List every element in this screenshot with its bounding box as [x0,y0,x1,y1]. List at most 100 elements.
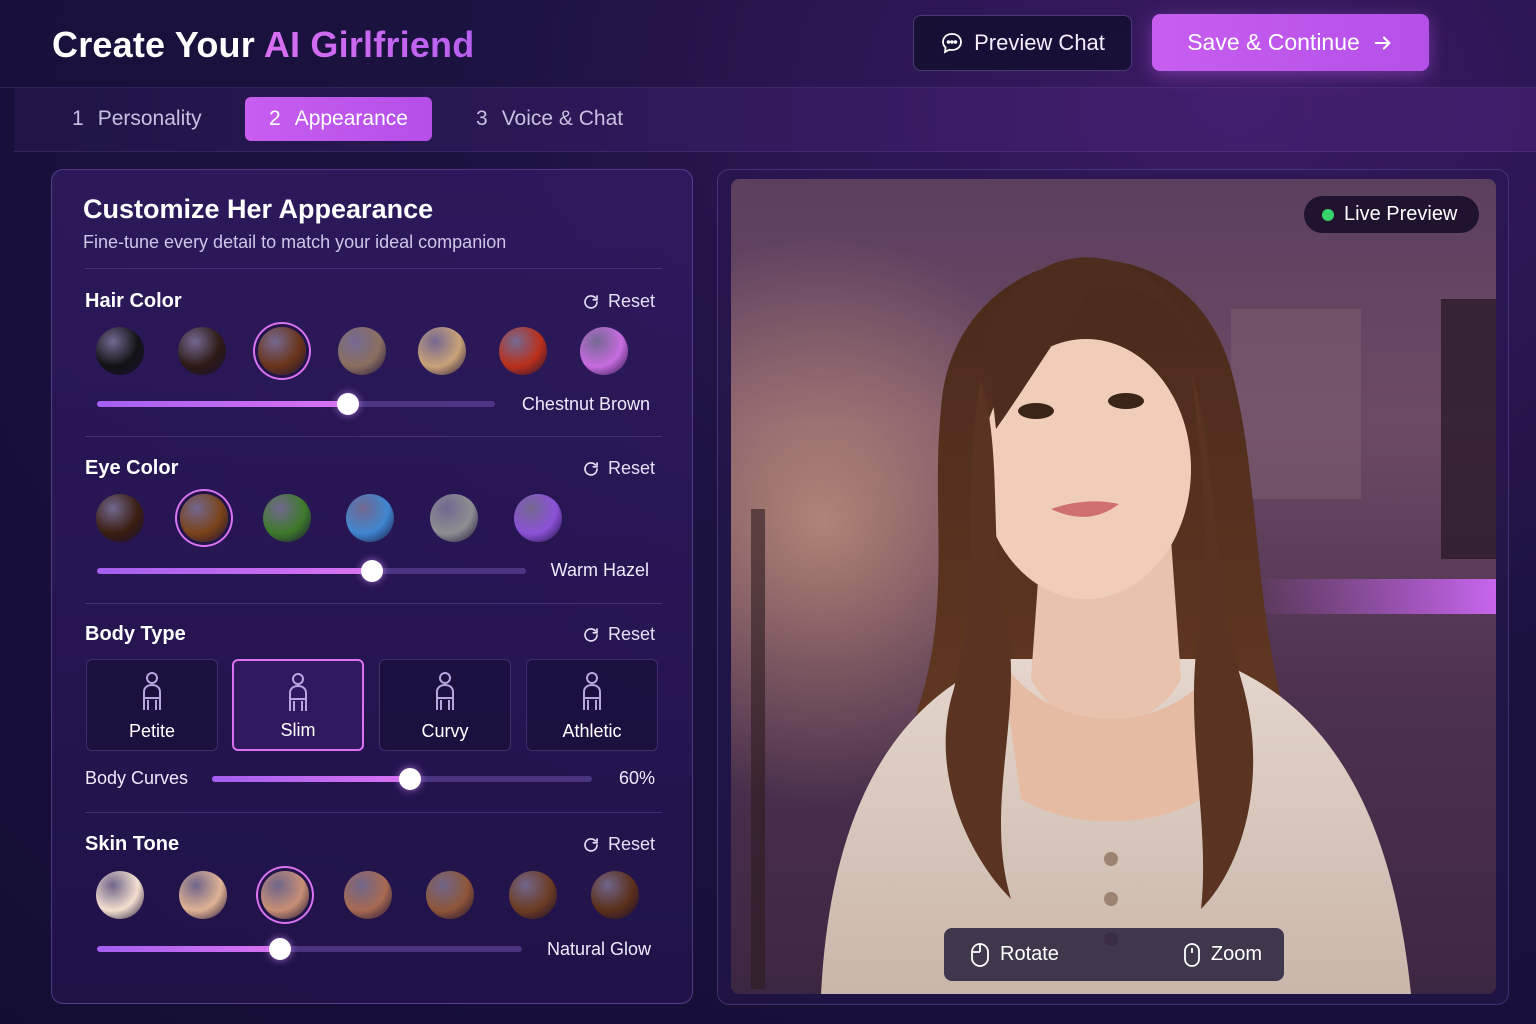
skin-slider-fill [97,946,280,952]
appearance-panel: Customize Her Appearance Fine-tune every… [51,169,693,1004]
hair-swatch[interactable] [96,327,144,375]
body-reset-button[interactable]: Reset [582,624,655,645]
rotate-control[interactable]: Rotate [970,942,1059,968]
tab-label: Appearance [294,107,408,130]
hair-swatch[interactable] [580,327,628,375]
divider [85,268,662,269]
body-curves-slider[interactable] [212,768,592,790]
hair-swatch[interactable] [499,327,547,375]
tab-label: Personality [97,107,202,130]
tab-voice-chat[interactable]: 3 Voice & Chat [476,97,623,141]
skin-reset-button[interactable]: Reset [582,834,655,855]
mouse-icon [971,942,989,967]
arrow-right-icon [1374,35,1391,50]
reset-label: Reset [607,624,655,644]
preview-chat-button[interactable]: Preview Chat [913,15,1132,71]
skin-tone-label: Skin Tone [85,833,180,855]
live-preview-label: Live Preview [1344,203,1458,225]
skin-swatch[interactable] [179,871,227,919]
hair-value-label: Chestnut Brown [521,394,650,414]
skin-swatch[interactable] [261,871,309,919]
person-icon [583,672,601,710]
hair-slider-thumb[interactable] [336,393,359,415]
skin-value-label: Natural Glow [546,939,651,959]
person-icon [436,672,454,710]
hair-slider[interactable] [97,393,495,415]
skin-swatch[interactable] [509,871,557,919]
skin-slider-thumb[interactable] [268,938,291,960]
divider [85,812,662,813]
tab-number: 3 [476,107,488,130]
person-icon [143,672,161,710]
panel-title: Customize Her Appearance [83,194,434,224]
eye-swatch[interactable] [263,494,311,542]
body-type-athletic[interactable]: Athletic [526,659,658,751]
chat-bubble-icon [942,33,962,54]
hair-swatch[interactable] [178,327,226,375]
person-icon [289,673,307,711]
reset-icon [584,461,598,476]
tab-label: Voice & Chat [501,107,624,130]
save-continue-label: Save & Continue [1187,29,1360,55]
eye-slider-fill [97,568,372,574]
preview-controls: Rotate Zoom [944,928,1284,981]
eye-swatch[interactable] [180,494,228,542]
tab-personality[interactable]: 1 Personality [72,97,202,141]
reset-label: Reset [607,834,655,854]
skin-slider[interactable] [97,938,522,960]
title-accent: AI Girlfriend [263,24,475,65]
reset-icon [584,837,598,852]
hair-color-label: Hair Color [85,290,182,312]
body-curves-fill [212,776,410,782]
title-main: Create Your [52,24,264,65]
page-title: Create Your AI Girlfriend [52,24,474,66]
avatar-preview-image[interactable] [731,179,1496,994]
eye-swatch[interactable] [346,494,394,542]
body-type-label: Athletic [562,721,622,741]
eye-color-label: Eye Color [85,457,179,479]
preview-chat-label: Preview Chat [974,30,1105,55]
hair-slider-fill [97,401,348,407]
skin-swatch[interactable] [426,871,474,919]
divider [85,603,662,604]
body-type-label: Slim [280,720,316,740]
eye-value-label: Warm Hazel [550,560,649,580]
zoom-control[interactable]: Zoom [1183,942,1262,968]
body-curves-thumb[interactable] [398,768,421,790]
body-type-label: Body Type [85,623,186,645]
hair-swatch[interactable] [258,327,306,375]
scroll-mouse-icon [1183,942,1200,967]
eye-swatch[interactable] [514,494,562,542]
reset-icon [584,294,598,309]
eye-slider[interactable] [97,560,526,582]
step-tabs: 1 Personality 2 Appearance 3 Voice & Cha… [14,88,1536,152]
hair-reset-button[interactable]: Reset [582,291,655,312]
hair-swatch[interactable] [418,327,466,375]
reset-label: Reset [607,458,655,478]
rotate-label: Rotate [1000,943,1059,965]
eye-swatch[interactable] [430,494,478,542]
body-type-petite[interactable]: Petite [86,659,218,751]
skin-swatch[interactable] [96,871,144,919]
avatar-illustration [731,179,1496,994]
body-type-label: Petite [128,721,176,741]
zoom-label: Zoom [1210,943,1262,965]
hair-swatch[interactable] [338,327,386,375]
body-curves-label: Body Curves [85,768,189,788]
skin-swatch[interactable] [591,871,639,919]
live-preview-badge: Live Preview [1304,196,1479,233]
tab-appearance[interactable]: 2 Appearance [245,97,432,141]
tab-number: 1 [72,107,84,130]
reset-label: Reset [607,291,655,311]
divider [85,436,662,437]
live-status-dot [1322,208,1334,221]
body-type-curvy[interactable]: Curvy [379,659,511,751]
eye-swatch[interactable] [96,494,144,542]
eye-reset-button[interactable]: Reset [582,458,655,479]
eye-slider-thumb[interactable] [360,560,383,582]
tab-number: 2 [269,107,281,130]
skin-swatch[interactable] [344,871,392,919]
body-type-slim[interactable]: Slim [232,659,364,751]
save-continue-button[interactable]: Save & Continue [1152,14,1429,71]
panel-subtitle: Fine-tune every detail to match your ide… [83,232,507,252]
